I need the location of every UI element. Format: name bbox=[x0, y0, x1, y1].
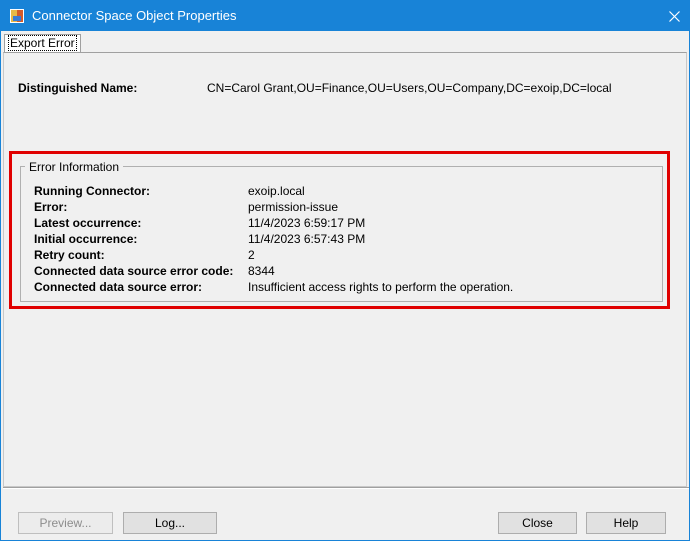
window-title: Connector Space Object Properties bbox=[32, 8, 237, 23]
title-bar[interactable]: Connector Space Object Properties bbox=[1, 1, 689, 31]
close-button[interactable]: Close bbox=[498, 512, 577, 534]
preview-button[interactable]: Preview... bbox=[18, 512, 113, 534]
dn-label: Distinguished Name: bbox=[18, 81, 138, 95]
close-icon bbox=[668, 10, 680, 22]
app-icon bbox=[10, 9, 24, 23]
properties-dialog: Connector Space Object Properties Export… bbox=[0, 0, 690, 541]
help-button[interactable]: Help bbox=[586, 512, 666, 534]
tab-strip: Export Error bbox=[3, 32, 689, 54]
dn-value: CN=Carol Grant,OU=Finance,OU=Users,OU=Co… bbox=[207, 81, 612, 95]
divider-highlight bbox=[3, 488, 689, 489]
highlight-box bbox=[9, 151, 670, 309]
log-button[interactable]: Log... bbox=[123, 512, 217, 534]
tab-export-error[interactable]: Export Error bbox=[4, 34, 81, 53]
close-window-button[interactable] bbox=[659, 1, 689, 31]
tab-label: Export Error bbox=[8, 35, 77, 51]
